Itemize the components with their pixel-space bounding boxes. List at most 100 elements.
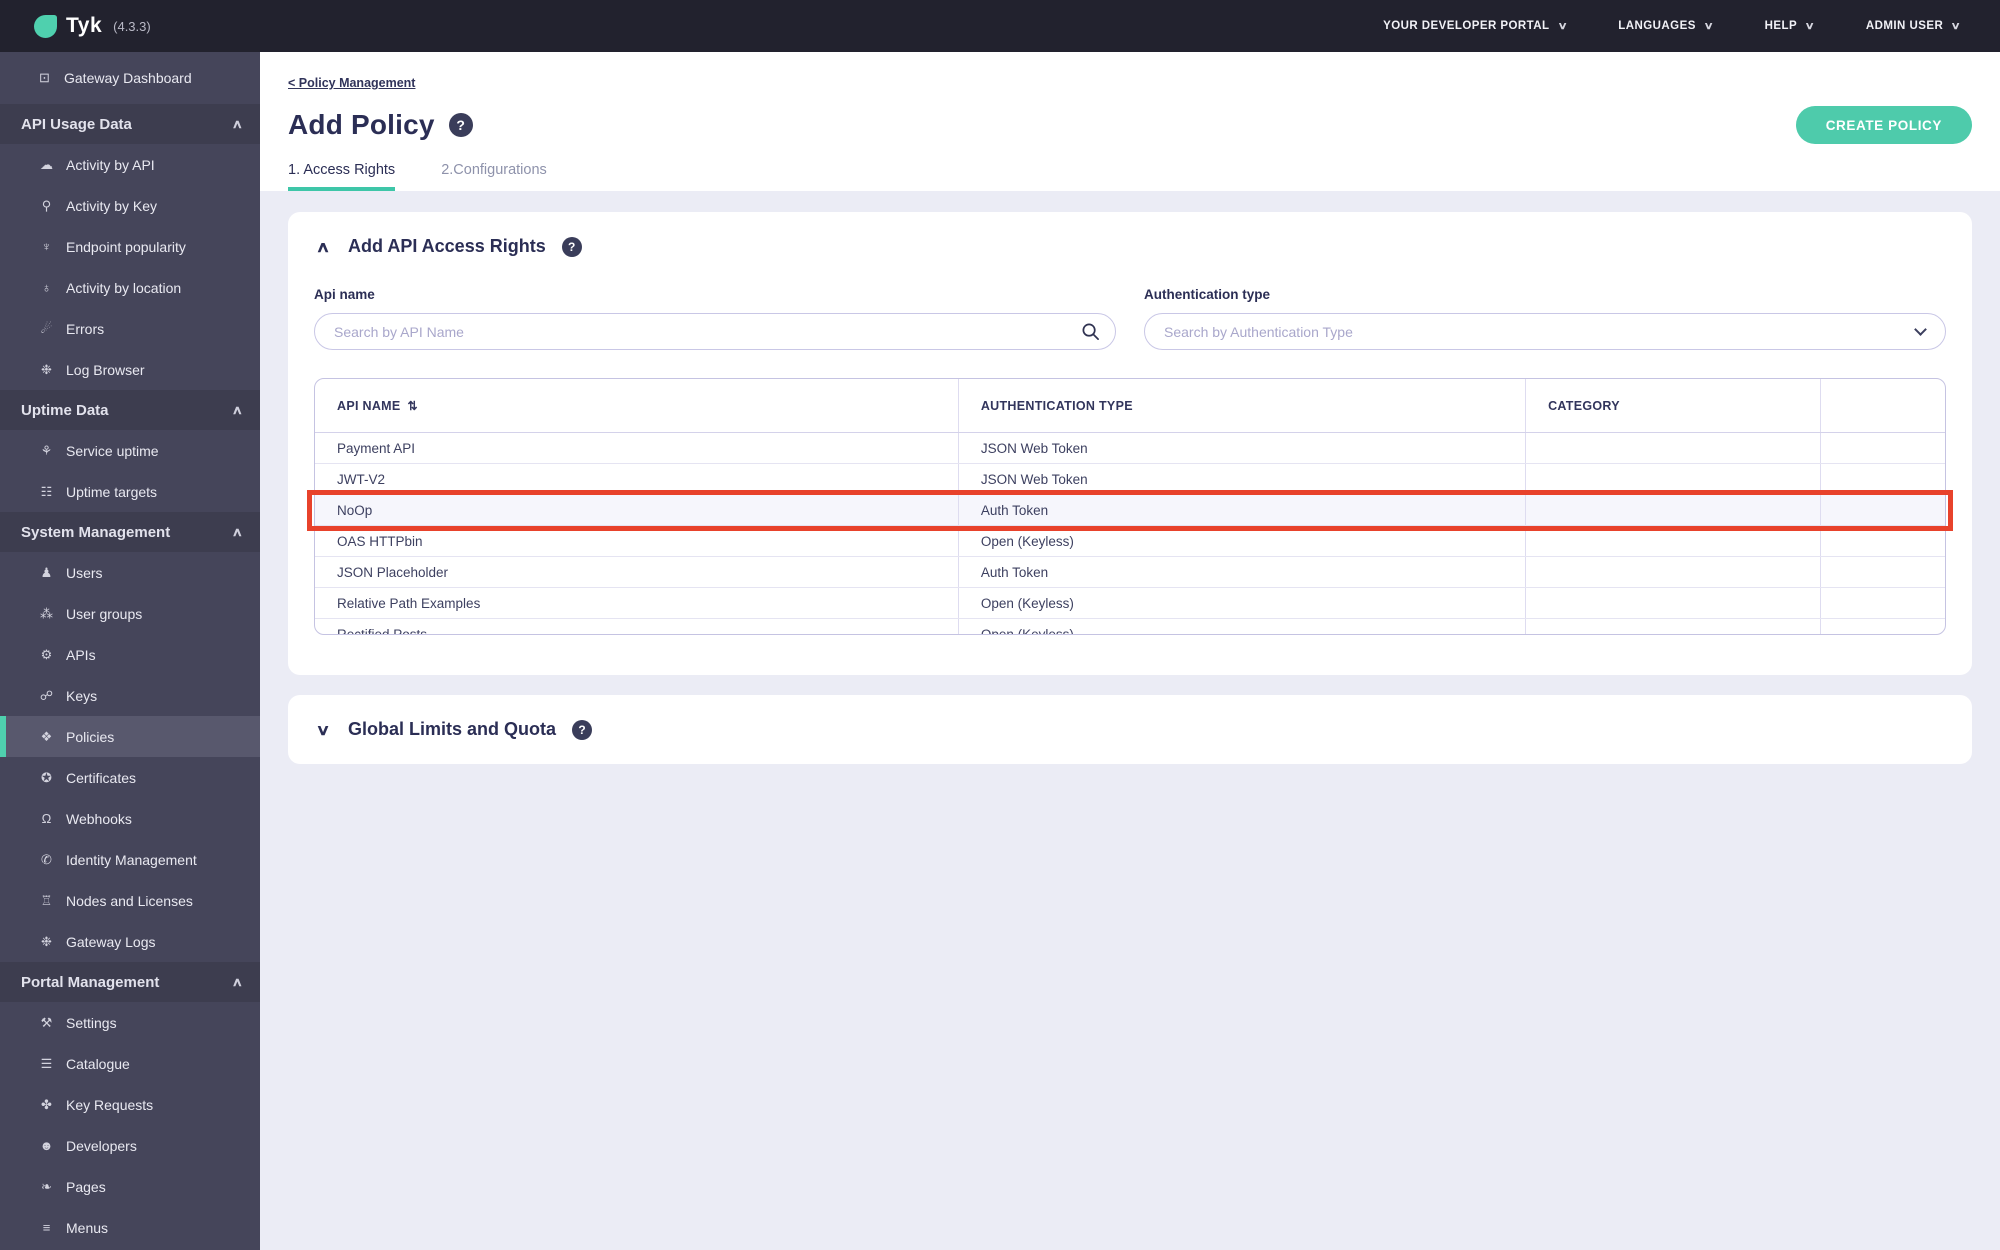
sidebar-item-errors[interactable]: ☄ Errors (0, 308, 260, 349)
sidebar-item-apis[interactable]: ⚙ APIs (0, 634, 260, 675)
topnav-label: ADMIN USER (1865, 20, 1944, 32)
table-row-oas-httpbin[interactable]: OAS HTTPbin Open (Keyless) (315, 526, 1945, 557)
tab-2-configurations[interactable]: 2.Configurations (441, 162, 547, 191)
tab-bar: 1. Access Rights 2.Configurations (288, 162, 1972, 191)
sidebar-item-policies[interactable]: ❖ Policies (0, 716, 260, 757)
sidebar-item-catalogue[interactable]: ☰ Catalogue (0, 1043, 260, 1084)
sidebar-item-activity-by-key[interactable]: ⚲ Activity by Key (0, 185, 260, 226)
chevron-down-icon: ∨ (1950, 20, 1962, 32)
sidebar-item-label: Gateway Dashboard (64, 70, 192, 86)
sidebar-item-label: Webhooks (66, 810, 132, 827)
search-icon[interactable] (1081, 322, 1100, 341)
bank-icon: ♖ (40, 892, 53, 908)
sitemap-icon: ☍ (39, 687, 54, 703)
sidebar-item-label: Activity by Key (66, 197, 158, 214)
column-header-api-name: API NAME ⇅ (315, 379, 959, 432)
topnav-label: HELP (1764, 20, 1798, 32)
bell-icon: Ω (41, 811, 52, 826)
globe-icon: ♁ (41, 280, 52, 295)
sidebar-item-key-requests[interactable]: ✤ Key Requests (0, 1084, 260, 1125)
uptime-icon: ⚘ (40, 442, 53, 458)
top-bar: Tyk (4.3.3) YOUR DEVELOPER PORTAL ∨ LANG… (0, 0, 2000, 52)
cell-api-name: NoOp (315, 495, 959, 525)
topnav-languages[interactable]: LANGUAGES ∨ (1618, 20, 1715, 32)
sidebar-item-activity-by-api[interactable]: ☁ Activity by API (0, 144, 260, 185)
table-row-jwt-v2[interactable]: JWT-V2 JSON Web Token (315, 464, 1945, 495)
menu-icon: ≡ (42, 1220, 51, 1235)
wrench-icon: ⚒ (40, 1014, 53, 1030)
sidebar-section-api-usage-data[interactable]: API Usage Data ∧ (0, 104, 260, 144)
help-icon[interactable]: ? (572, 719, 593, 740)
topnav-help[interactable]: HELP ∨ (1764, 20, 1815, 32)
auth-type-field-group: Authentication type (1144, 287, 1946, 350)
expand-chevron-icon[interactable]: ∨ (311, 721, 335, 739)
help-icon[interactable]: ? (448, 113, 473, 137)
main-content: < Policy Management Add Policy ? CREATE … (260, 52, 2000, 1250)
sidebar-item-label: Endpoint popularity (66, 238, 186, 255)
api-name-field-group: Api name (314, 287, 1116, 350)
sidebar-item-webhooks[interactable]: Ω Webhooks (0, 798, 260, 839)
sidebar-item-label: Catalogue (66, 1055, 130, 1072)
chevron-up-icon: ∧ (231, 525, 244, 539)
tab-1-access-rights[interactable]: 1. Access Rights (288, 162, 396, 191)
table-header-row: API NAME ⇅ AUTHENTICATION TYPE CATEGORY (315, 379, 1945, 433)
sidebar-item-label: Nodes and Licenses (66, 892, 193, 909)
sidebar-item-service-uptime[interactable]: ⚘ Service uptime (0, 430, 260, 471)
sidebar-item-nodes-and-licenses[interactable]: ♖ Nodes and Licenses (0, 880, 260, 921)
bug-icon: ❉ (41, 361, 52, 377)
collapse-chevron-icon[interactable]: ∧ (311, 238, 335, 256)
sidebar-section-uptime-data[interactable]: Uptime Data ∧ (0, 390, 260, 430)
cell-auth-type: JSON Web Token (959, 433, 1527, 463)
sort-icon[interactable]: ⇅ (408, 399, 418, 413)
cell-category (1526, 557, 1822, 587)
sidebar-item-label: Errors (66, 320, 105, 337)
sidebar-item-developers[interactable]: ☻ Developers (0, 1125, 260, 1166)
sidebar-item-uptime-targets[interactable]: ☷ Uptime targets (0, 471, 260, 512)
create-policy-button[interactable]: CREATE POLICY (1795, 106, 1972, 144)
sidebar-item-gateway-logs[interactable]: ❉ Gateway Logs (0, 921, 260, 962)
sidebar-item-gateway-dashboard[interactable]: ⊡ Gateway Dashboard (0, 52, 260, 104)
cell-api-name: JSON Placeholder (315, 557, 959, 587)
topnav-your-developer-portal[interactable]: YOUR DEVELOPER PORTAL ∨ (1383, 20, 1567, 32)
sidebar-item-label: User groups (66, 605, 143, 622)
breadcrumb[interactable]: < Policy Management (288, 76, 415, 90)
sidebar-section-portal-management[interactable]: Portal Management ∧ (0, 962, 260, 1002)
sidebar-item-label: Gateway Logs (66, 933, 156, 950)
sidebar-item-keys[interactable]: ☍ Keys (0, 675, 260, 716)
chevron-down-icon: ∨ (1703, 20, 1715, 32)
cell-auth-type: Auth Token (959, 495, 1527, 525)
list-icon: ☷ (40, 483, 53, 499)
sidebar-item-endpoint-popularity[interactable]: ♆ Endpoint popularity (0, 226, 260, 267)
sidebar-item-settings[interactable]: ⚒ Settings (0, 1002, 260, 1043)
access-rights-card: ∧ Add API Access Rights ? Api name Searc… (288, 212, 1972, 675)
paw-icon: ✤ (41, 1096, 52, 1112)
api-name-search-input[interactable] (314, 313, 1116, 350)
sidebar-item-label: Users (66, 564, 103, 581)
gears-icon: ⚙ (40, 646, 53, 662)
sidebar-item-certificates[interactable]: ✪ Certificates (0, 757, 260, 798)
api-name-label: Api name (314, 287, 375, 302)
table-row-noop[interactable]: NoOp Auth Token (315, 495, 1945, 526)
auth-type-select[interactable] (1144, 313, 1946, 350)
sidebar-item-menus[interactable]: ≡ Menus (0, 1207, 260, 1248)
table-row-payment-api[interactable]: Payment API JSON Web Token (315, 433, 1945, 464)
table-row-json-placeholder[interactable]: JSON Placeholder Auth Token (315, 557, 1945, 588)
sidebar-item-users[interactable]: ♟ Users (0, 552, 260, 593)
topnav-admin-user[interactable]: ADMIN USER ∨ (1865, 20, 1962, 32)
sidebar-item-label: APIs (66, 646, 96, 663)
chevron-up-icon: ∧ (231, 975, 244, 989)
sidebar-item-pages[interactable]: ❧ Pages (0, 1166, 260, 1207)
help-icon[interactable]: ? (561, 236, 582, 257)
cell-api-name: OAS HTTPbin (315, 526, 959, 556)
sidebar-section-label: Uptime Data (21, 401, 109, 419)
sidebar-item-label: Keys (66, 687, 98, 704)
sidebar-item-identity-management[interactable]: ✆ Identity Management (0, 839, 260, 880)
table-row-rectified-posts[interactable]: Rectified Posts Open (Keyless) (315, 619, 1945, 634)
logo-text: Tyk (66, 14, 103, 37)
sidebar-item-user-groups[interactable]: ⁂ User groups (0, 593, 260, 634)
sidebar-item-log-browser[interactable]: ❉ Log Browser (0, 349, 260, 390)
sidebar-item-activity-by-location[interactable]: ♁ Activity by location (0, 267, 260, 308)
tyk-logo[interactable]: Tyk (4.3.3) (34, 14, 151, 38)
table-row-relative-path-examples[interactable]: Relative Path Examples Open (Keyless) (315, 588, 1945, 619)
sidebar-section-system-management[interactable]: System Management ∧ (0, 512, 260, 552)
